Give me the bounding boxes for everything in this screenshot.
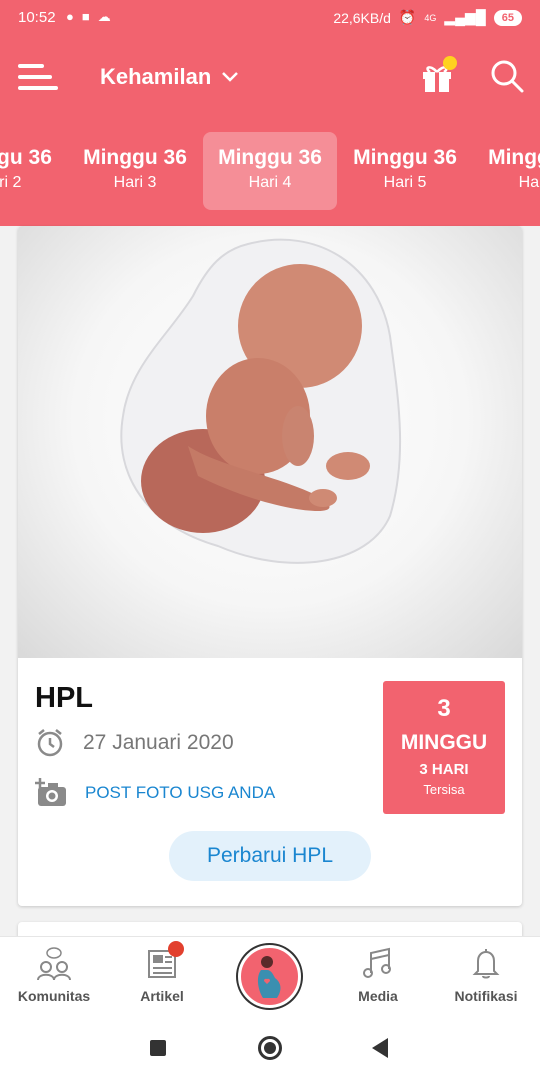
status-right-group: 22,6KB/d ⏰ 4G ▂▄▆█ 65 [333,9,522,26]
tab-day-4[interactable]: Minggu 36 Hari 4 [203,132,337,210]
fetus-image [18,226,522,658]
notification-icon: ● [66,9,74,24]
nav-media[interactable]: Media [324,937,432,1017]
pregnancy-home-button[interactable] [238,945,301,1008]
community-icon [37,947,71,981]
post-photo-link[interactable]: POST FOTO USG ANDA [85,783,275,803]
countdown-days: 3 HARI [419,761,469,778]
bell-icon [472,949,500,979]
page-title: Kehamilan [100,64,212,89]
tab-week-label: Minggu 36 [218,146,322,169]
tab-day-label: Hari 2 [0,174,22,191]
post-photo-row[interactable]: POST FOTO USG ANDA [35,778,275,808]
alarm-icon: ⏰ [398,9,417,25]
music-note-icon [363,947,391,978]
tab-day-label: Hari 5 [383,174,427,191]
back-icon[interactable] [372,1038,388,1058]
article-badge [168,941,184,957]
signal-icon: ▂▄▆█ [444,9,486,25]
tab-day-3[interactable]: Minggu 36 Hari 3 [68,132,202,210]
bottom-nav: Komunitas Artikel Media Notifikasi [0,936,540,1016]
countdown-unit: MINGGU [400,731,488,754]
update-hpl-button[interactable]: Perbarui HPL [169,831,371,881]
gift-notification-dot [443,56,457,70]
alarm-clock-icon [37,729,63,757]
tab-day-label: Hari 6 [518,174,540,191]
nav-artikel[interactable]: Artikel [108,937,216,1017]
tab-week-label: Minggu 36 [83,146,187,169]
recent-apps-icon[interactable] [150,1040,166,1056]
nav-label: Notifikasi [454,988,518,1004]
tab-day-5[interactable]: Minggu 36 Hari 5 [338,132,472,210]
pregnant-woman-icon [257,956,281,998]
status-notification-icons: ● ■ ☁ [66,9,111,25]
add-photo-icon [35,778,66,806]
title-dropdown[interactable]: Kehamilan [100,64,239,90]
fetus-illustration [120,238,402,564]
tab-week-label: Minggu 36 [353,146,457,169]
nav-label: Artikel [140,988,184,1004]
nav-komunitas[interactable]: Komunitas [0,937,108,1017]
shopping-bag-icon: ■ [81,9,90,24]
day-tabs: Minggu 36 Hari 2 Minggu 36 Hari 3 Minggu… [0,122,540,226]
due-date: 27 Januari 2020 [83,731,234,754]
pregnancy-card: HPL 27 Januari 2020 POST FOTO USG ANDA 3… [18,226,522,906]
countdown-number: 3 [437,695,451,722]
tab-week-label: Minggu 36 [488,146,540,169]
chevron-down-icon [222,72,239,82]
cloud-icon: ☁ [97,9,111,24]
nav-label: Komunitas [17,988,91,1004]
status-time: 10:52 [18,9,56,26]
home-icon[interactable] [258,1036,282,1060]
countdown-remaining: Tersisa [423,782,465,797]
tab-day-6[interactable]: Minggu 36 Hari 6 [473,132,540,210]
hpl-heading: HPL [35,682,93,714]
search-icon[interactable] [489,58,525,94]
countdown-box: 3 MINGGU 3 HARI Tersisa [383,681,505,814]
tab-week-label: Minggu 36 [0,146,52,169]
system-nav-bar [0,1016,540,1080]
nav-notifikasi[interactable]: Notifikasi [432,937,540,1017]
tab-day-2[interactable]: Minggu 36 Hari 2 [0,132,67,210]
due-date-row: 27 Januari 2020 [35,728,234,758]
tab-day-label: Hari 4 [248,174,292,191]
app-bar: Kehamilan [0,36,540,122]
battery-icon: 65 [493,9,522,26]
status-bar: 10:52 ● ■ ☁ 22,6KB/d ⏰ 4G ▂▄▆█ 65 [0,0,540,36]
tab-day-label: Hari 3 [113,174,157,191]
menu-icon[interactable] [18,64,58,92]
net-speed: 22,6KB/d [333,9,391,26]
nav-label: Media [358,988,398,1004]
signal-label: 4G [424,12,437,23]
